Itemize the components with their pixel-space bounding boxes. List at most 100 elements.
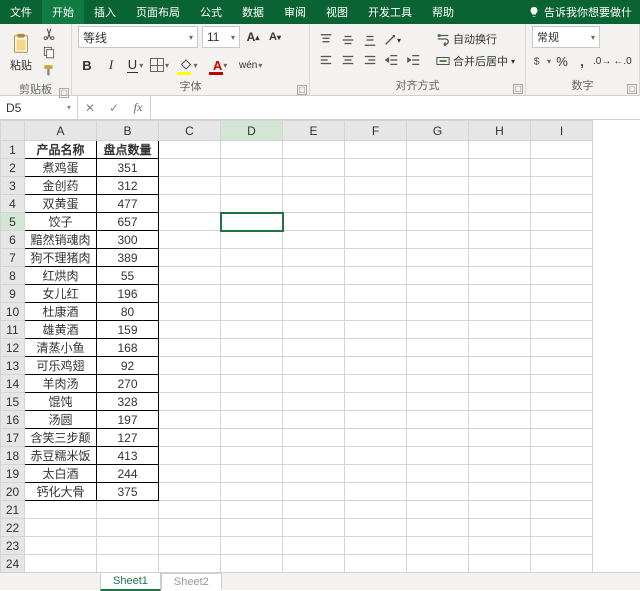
cell[interactable] xyxy=(97,501,159,519)
cell[interactable] xyxy=(25,555,97,573)
insert-function-button[interactable]: fx xyxy=(126,100,150,115)
orientation-button[interactable]: ▾ xyxy=(382,31,402,49)
row-header[interactable]: 22 xyxy=(1,519,25,537)
cell[interactable] xyxy=(345,141,407,159)
tab-help[interactable]: 帮助 xyxy=(422,0,464,24)
cell[interactable] xyxy=(283,519,345,537)
cell[interactable] xyxy=(25,501,97,519)
cell[interactable] xyxy=(221,213,283,231)
increase-indent-button[interactable] xyxy=(404,51,424,69)
cell[interactable] xyxy=(345,339,407,357)
phonetic-button[interactable]: wén▾ xyxy=(239,55,262,75)
cell[interactable]: 红烘肉 xyxy=(25,267,97,285)
cell[interactable]: 金创药 xyxy=(25,177,97,195)
cell[interactable] xyxy=(159,555,221,573)
cell[interactable] xyxy=(345,303,407,321)
cell[interactable] xyxy=(221,303,283,321)
align-launcher[interactable]: ▢ xyxy=(513,84,523,94)
cell[interactable] xyxy=(283,321,345,339)
row-header[interactable]: 21 xyxy=(1,501,25,519)
cell[interactable] xyxy=(221,249,283,267)
underline-button[interactable]: U▾ xyxy=(126,55,144,75)
cell[interactable] xyxy=(531,465,593,483)
cell[interactable] xyxy=(345,375,407,393)
cell[interactable] xyxy=(221,267,283,285)
row-header[interactable]: 6 xyxy=(1,231,25,249)
cell[interactable] xyxy=(407,537,469,555)
cell[interactable] xyxy=(283,339,345,357)
cell[interactable] xyxy=(25,537,97,555)
cell[interactable] xyxy=(159,501,221,519)
cell[interactable] xyxy=(283,375,345,393)
cell[interactable] xyxy=(159,393,221,411)
cell[interactable] xyxy=(407,501,469,519)
cell[interactable] xyxy=(345,501,407,519)
cell[interactable] xyxy=(531,285,593,303)
cut-button[interactable] xyxy=(40,26,58,42)
cell[interactable] xyxy=(159,177,221,195)
cell[interactable] xyxy=(25,519,97,537)
cell[interactable] xyxy=(469,249,531,267)
cell[interactable] xyxy=(469,429,531,447)
cell[interactable]: 351 xyxy=(97,159,159,177)
cell[interactable] xyxy=(345,483,407,501)
cell[interactable] xyxy=(531,249,593,267)
cell[interactable] xyxy=(283,411,345,429)
cell[interactable] xyxy=(159,375,221,393)
cell[interactable] xyxy=(469,285,531,303)
copy-button[interactable] xyxy=(40,44,58,60)
cell[interactable] xyxy=(531,447,593,465)
cell[interactable] xyxy=(469,555,531,573)
cell[interactable]: 92 xyxy=(97,357,159,375)
cell[interactable] xyxy=(221,285,283,303)
cell[interactable] xyxy=(345,177,407,195)
cell[interactable] xyxy=(221,195,283,213)
cell[interactable] xyxy=(469,519,531,537)
cell[interactable] xyxy=(159,357,221,375)
row-header[interactable]: 14 xyxy=(1,375,25,393)
cell[interactable] xyxy=(221,501,283,519)
cell[interactable] xyxy=(469,177,531,195)
cell[interactable]: 赤豆糯米饭 xyxy=(25,447,97,465)
cell[interactable] xyxy=(531,411,593,429)
cell[interactable] xyxy=(469,483,531,501)
cell[interactable] xyxy=(531,141,593,159)
cell[interactable] xyxy=(345,429,407,447)
col-header-C[interactable]: C xyxy=(159,121,221,141)
cell[interactable] xyxy=(221,231,283,249)
name-box[interactable]: D5▾ xyxy=(0,96,78,119)
sheet-tab-2[interactable]: Sheet2 xyxy=(161,573,222,590)
number-launcher[interactable]: ▢ xyxy=(627,84,637,94)
tab-home[interactable]: 开始 xyxy=(42,0,84,24)
cell[interactable] xyxy=(283,465,345,483)
cell[interactable] xyxy=(345,555,407,573)
bold-button[interactable]: B xyxy=(78,55,96,75)
cell[interactable] xyxy=(407,519,469,537)
cell[interactable] xyxy=(221,537,283,555)
cell[interactable]: 168 xyxy=(97,339,159,357)
col-header-I[interactable]: I xyxy=(531,121,593,141)
cell[interactable] xyxy=(221,321,283,339)
confirm-formula-button[interactable]: ✓ xyxy=(102,101,126,115)
cell[interactable] xyxy=(345,159,407,177)
cell[interactable] xyxy=(407,375,469,393)
row-header[interactable]: 15 xyxy=(1,393,25,411)
cell[interactable] xyxy=(345,195,407,213)
cell[interactable] xyxy=(221,519,283,537)
cell[interactable] xyxy=(407,339,469,357)
cell[interactable]: 煮鸡蛋 xyxy=(25,159,97,177)
align-middle-button[interactable] xyxy=(338,31,358,49)
cell[interactable] xyxy=(159,267,221,285)
cell[interactable] xyxy=(283,303,345,321)
cell[interactable]: 饺子 xyxy=(25,213,97,231)
cell[interactable] xyxy=(531,195,593,213)
cell[interactable] xyxy=(159,483,221,501)
cell[interactable] xyxy=(221,357,283,375)
row-header[interactable]: 7 xyxy=(1,249,25,267)
cell[interactable] xyxy=(407,429,469,447)
row-header[interactable]: 12 xyxy=(1,339,25,357)
cell[interactable]: 女儿红 xyxy=(25,285,97,303)
cell[interactable]: 657 xyxy=(97,213,159,231)
cell[interactable]: 127 xyxy=(97,429,159,447)
wrap-text-button[interactable]: 自动换行 xyxy=(432,29,519,49)
